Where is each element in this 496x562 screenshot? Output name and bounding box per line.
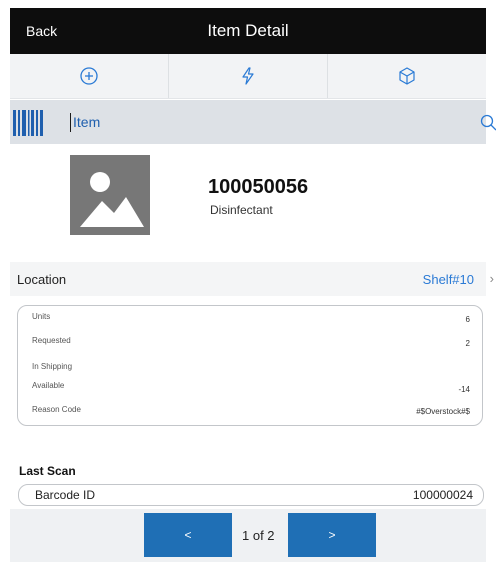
location-row[interactable]: Location Shelf#10 › [10, 262, 494, 296]
text-cursor [70, 113, 71, 132]
action-toolbar [10, 54, 486, 99]
stock-details-panel: Units 6 Requested 2 In Shipping Availabl… [17, 305, 483, 426]
add-button[interactable] [10, 54, 169, 98]
last-scan-heading: Last Scan [19, 464, 76, 478]
barcode-id-label: Barcode ID [35, 488, 96, 502]
search-input[interactable]: Item [70, 110, 470, 136]
item-description: Disinfectant [210, 203, 273, 217]
cube-icon [399, 67, 415, 85]
search-icon[interactable] [480, 114, 496, 132]
available-label: Available [32, 381, 65, 390]
location-label: Location [17, 272, 67, 287]
quick-action-button[interactable] [169, 54, 328, 98]
app-header: Back Item Detail [10, 8, 486, 54]
chevron-right-icon: › [489, 271, 494, 286]
units-value: 6 [465, 315, 470, 324]
barcode-scan-icon[interactable] [12, 110, 44, 136]
page-title: Item Detail [207, 21, 289, 40]
units-label: Units [32, 312, 51, 321]
location-value[interactable]: Shelf#10 [423, 272, 474, 287]
plus-circle-icon [80, 67, 98, 85]
reason-code-label: Reason Code [32, 405, 81, 414]
item-image-placeholder-icon [70, 155, 150, 235]
barcode-id-value: 100000024 [412, 488, 473, 502]
item-number: 100050056 [208, 176, 309, 198]
next-page-button[interactable]: > [288, 513, 376, 557]
previous-page-button[interactable]: < [144, 513, 232, 557]
barcode-id-row: Barcode ID 100000024 [18, 484, 484, 506]
pagination-bar: < 1 of 2 > [10, 509, 486, 562]
page-indicator: 1 of 2 [242, 528, 275, 543]
reason-code-value: #$Overstock#$ [416, 407, 470, 416]
search-value: Item [73, 114, 101, 130]
requested-value: 2 [465, 339, 470, 348]
search-bar: Item [10, 100, 496, 144]
lightning-icon [242, 67, 254, 85]
in-shipping-label: In Shipping [32, 362, 73, 371]
available-value: -14 [458, 385, 470, 394]
requested-label: Requested [32, 336, 71, 345]
package-button[interactable] [328, 54, 486, 98]
